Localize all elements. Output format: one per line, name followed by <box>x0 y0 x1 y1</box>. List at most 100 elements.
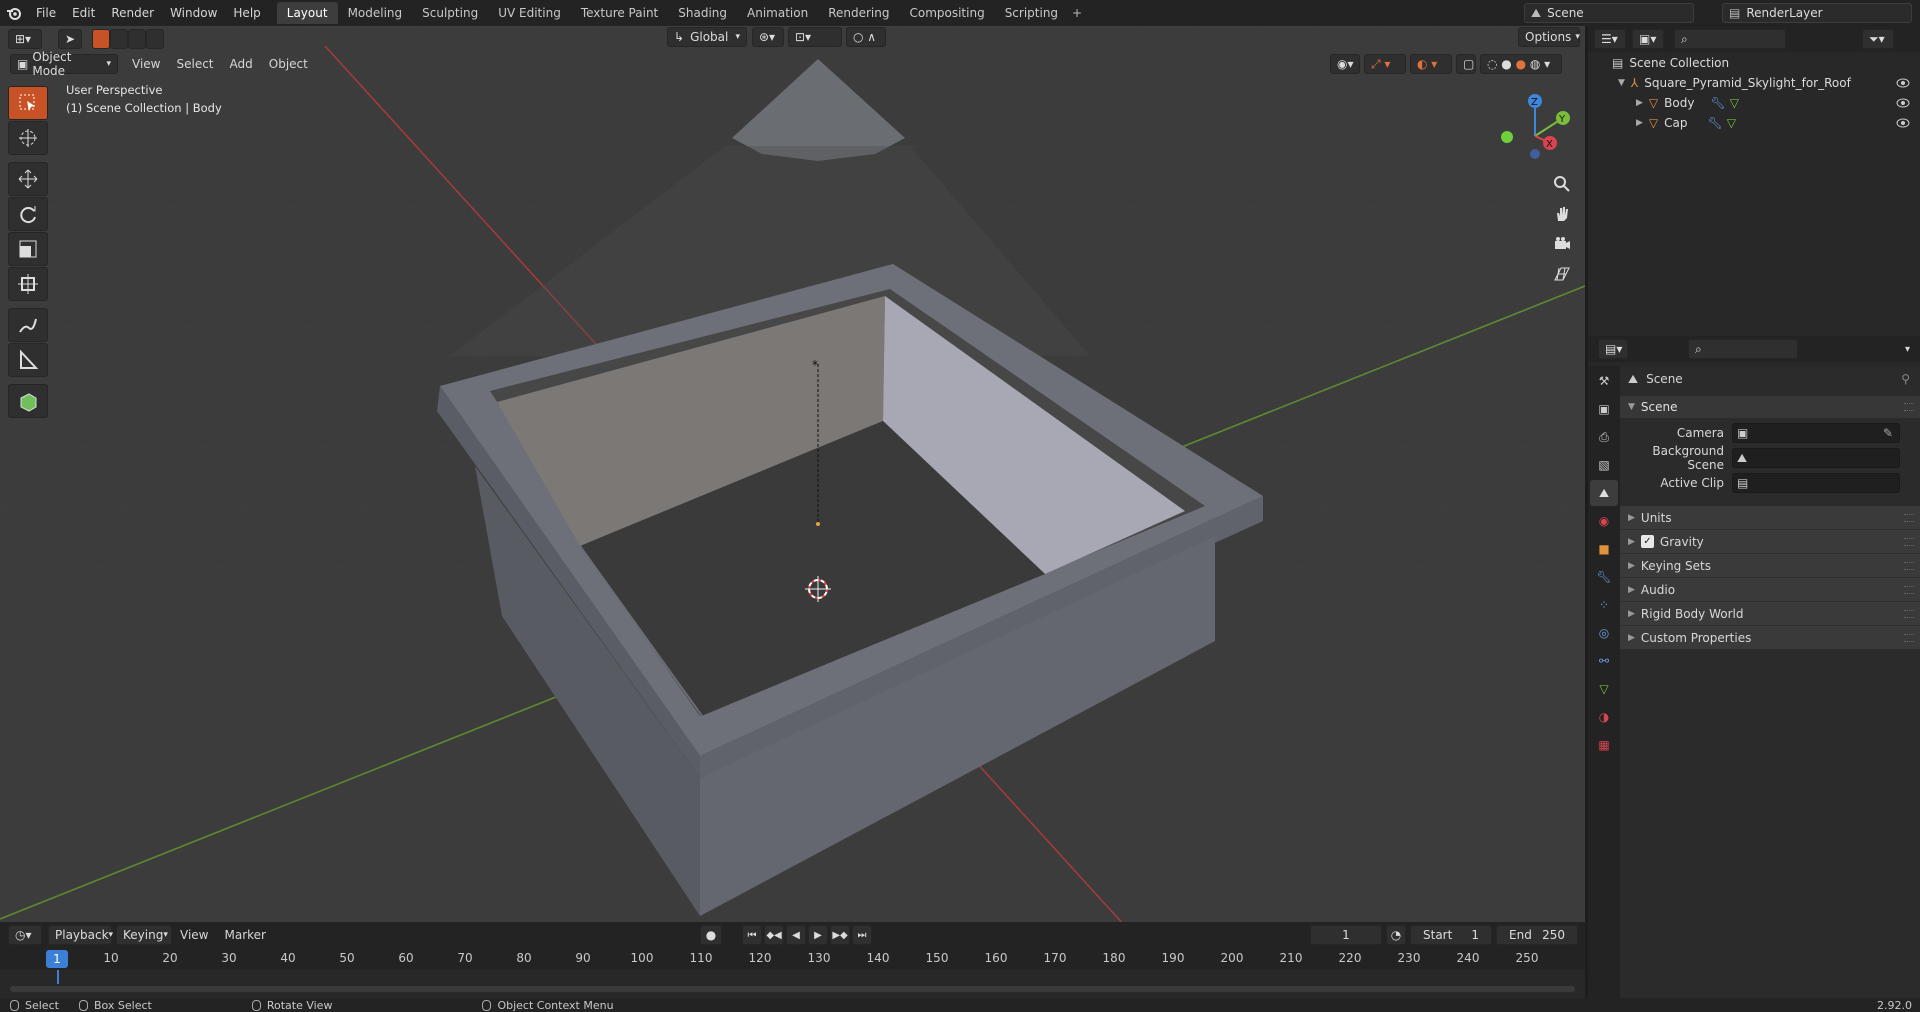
options-dropdown[interactable]: Options ▾ <box>1518 27 1580 47</box>
scene-panel-header[interactable]: ▼ Scene <box>1620 396 1920 418</box>
tab-compositing[interactable]: Compositing <box>899 2 994 24</box>
overlay-toggle[interactable]: ◐ ▾ <box>1410 54 1452 74</box>
active-clip-field[interactable]: ▤ <box>1732 473 1900 493</box>
properties-search-field[interactable]: ⌕ <box>1688 339 1798 359</box>
move-tool[interactable] <box>8 162 48 196</box>
eye-icon[interactable] <box>1896 118 1910 128</box>
outliner-row-body[interactable]: ▶ ▽ Body 🔧︎ ▽ <box>1588 93 1920 113</box>
pivot-point-dropdown[interactable]: ⊛▾ <box>752 27 784 47</box>
tab-modeling[interactable]: Modeling <box>338 2 413 24</box>
tab-shading[interactable]: Shading <box>668 2 737 24</box>
tab-data[interactable]: ▽ <box>1590 676 1618 702</box>
gravity-panel[interactable]: ▶ ✓ Gravity <box>1620 530 1920 554</box>
keying-sets-panel[interactable]: ▶ Keying Sets <box>1620 554 1920 578</box>
menu-edit[interactable]: Edit <box>64 0 103 26</box>
record-button[interactable]: ● <box>700 925 722 945</box>
pan-button[interactable] <box>1549 201 1575 227</box>
rigid-body-world-panel[interactable]: ▶ Rigid Body World <box>1620 602 1920 626</box>
transform-tool[interactable] <box>8 267 48 301</box>
tab-output[interactable]: ⎙ <box>1590 424 1618 450</box>
play-reverse-button[interactable]: ◀ <box>786 925 806 945</box>
tab-constraints[interactable]: ⚯ <box>1590 648 1618 674</box>
blender-logo-icon[interactable] <box>0 0 28 26</box>
start-frame-field[interactable]: Start 1 <box>1410 925 1492 945</box>
keying-dropdown[interactable]: Keying ▾ <box>116 925 172 945</box>
menu-render[interactable]: Render <box>103 0 162 26</box>
camera-field[interactable]: ▣ ✎ <box>1732 423 1900 443</box>
proportional-edit-button[interactable]: ○ ∧ <box>846 27 886 47</box>
zoom-button[interactable] <box>1549 171 1575 197</box>
custom-properties-panel[interactable]: ▶ Custom Properties <box>1620 626 1920 650</box>
menu-object[interactable]: Object <box>261 57 316 71</box>
tab-uv-editing[interactable]: UV Editing <box>488 2 571 24</box>
tab-animation[interactable]: Animation <box>737 2 818 24</box>
pin-icon[interactable]: ⚲ <box>1901 372 1910 386</box>
eye-icon[interactable] <box>1896 98 1910 108</box>
add-cube-tool[interactable] <box>8 384 48 418</box>
play-button[interactable]: ▶ <box>808 925 828 945</box>
scene-selector[interactable]: ⛰ Scene <box>1524 3 1694 23</box>
drag-grip-icon[interactable] <box>1904 403 1914 411</box>
select-new-icon[interactable] <box>92 29 110 49</box>
drag-grip-icon[interactable] <box>1904 513 1914 522</box>
drag-grip-icon[interactable] <box>1904 585 1914 594</box>
drag-grip-icon[interactable] <box>1904 537 1914 546</box>
tab-object[interactable]: ■ <box>1590 536 1618 562</box>
outliner-row-skylight[interactable]: ▼ ⅄ Square_Pyramid_Skylight_for_Roof <box>1588 73 1920 93</box>
menu-window[interactable]: Window <box>162 0 225 26</box>
tab-sculpting[interactable]: Sculpting <box>412 2 488 24</box>
xray-toggle[interactable]: ▢ <box>1456 54 1476 74</box>
camera-view-button[interactable] <box>1549 231 1575 257</box>
measure-tool[interactable] <box>8 343 48 377</box>
rotate-tool[interactable] <box>8 197 48 231</box>
chevron-down-icon[interactable]: ▾ <box>1905 344 1910 355</box>
timeline-ruler[interactable]: 1 10 20 30 40 50 60 70 80 90 100 110 120… <box>0 948 1585 970</box>
prev-keyframe-button[interactable]: ◆◀ <box>764 925 784 945</box>
select-extend-icon[interactable] <box>110 29 128 49</box>
view-layer-selector[interactable]: ▤ RenderLayer <box>1722 3 1912 23</box>
playhead-badge[interactable]: 1 <box>46 950 68 968</box>
shading-mode-group[interactable]: ◌ ● ● ◍ ▾ <box>1480 54 1562 74</box>
3d-viewport[interactable]: * Z Y X ⊞▾ ➤ ↳ Global ▾ ⊛▾ ⊡▾ ○ ∧ Option… <box>0 26 1585 922</box>
select-subtract-icon[interactable] <box>128 29 146 49</box>
display-mode-dropdown[interactable]: ▣▾ <box>1632 29 1664 49</box>
tab-render[interactable]: ▣ <box>1590 396 1618 422</box>
tab-tool[interactable]: ⚒ <box>1590 368 1618 394</box>
outliner-row-scene-collection[interactable]: ▤ Scene Collection <box>1588 53 1920 73</box>
transform-orientation-dropdown[interactable]: ↳ Global ▾ <box>667 27 747 47</box>
visibility-dropdown[interactable]: ◉▾ <box>1330 54 1360 74</box>
tab-scripting[interactable]: Scripting <box>995 2 1068 24</box>
timeline-menu-marker[interactable]: Marker <box>216 928 273 942</box>
tab-modifiers[interactable]: 🔧︎ <box>1590 564 1618 590</box>
select-box-tool[interactable] <box>8 86 48 120</box>
drag-grip-icon[interactable] <box>1904 561 1914 570</box>
eyedropper-icon[interactable]: ✎ <box>1883 426 1893 440</box>
tab-texture-paint[interactable]: Texture Paint <box>571 2 668 24</box>
snap-dropdown[interactable]: ⊡▾ <box>788 27 842 47</box>
background-scene-field[interactable]: ⛰ <box>1732 448 1900 468</box>
timeline[interactable]: ◷▾ Playback ▾ Keying ▾ View Marker ● ⏮ ◆◀ … <box>0 922 1585 998</box>
gizmo-toggle[interactable]: ⤢ ▾ <box>1364 54 1406 74</box>
eye-icon[interactable] <box>1896 78 1910 88</box>
jump-start-button[interactable]: ⏮ <box>742 925 762 945</box>
tab-rendering[interactable]: Rendering <box>818 2 899 24</box>
properties-editor-type[interactable]: ▤▾ <box>1598 339 1628 359</box>
tab-layout[interactable]: Layout <box>276 2 338 24</box>
menu-add[interactable]: Add <box>222 57 261 71</box>
add-workspace-icon[interactable]: + <box>1068 2 1086 24</box>
end-frame-field[interactable]: End 250 <box>1496 925 1578 945</box>
timeline-menu-view[interactable]: View <box>172 928 216 942</box>
annotate-tool[interactable] <box>8 308 48 342</box>
next-keyframe-button[interactable]: ▶◆ <box>830 925 850 945</box>
preview-range-toggle[interactable]: ◔ <box>1386 925 1406 945</box>
outliner-search-field[interactable]: ⌕ <box>1674 29 1786 49</box>
gravity-checkbox[interactable]: ✓ <box>1640 535 1654 548</box>
menu-select[interactable]: Select <box>168 57 221 71</box>
editor-type-button[interactable]: ⊞▾ <box>8 29 42 49</box>
mode-dropdown[interactable]: ▣ Object Mode ▾ <box>10 50 118 78</box>
outliner-row-cap[interactable]: ▶ ▽ Cap 🔧︎ ▽ <box>1588 113 1920 133</box>
scale-tool[interactable] <box>8 232 48 266</box>
jump-end-button[interactable]: ⏭ <box>852 925 872 945</box>
select-mode-button[interactable]: ➤ <box>58 29 82 49</box>
current-frame-field[interactable]: 1 <box>1310 925 1382 945</box>
